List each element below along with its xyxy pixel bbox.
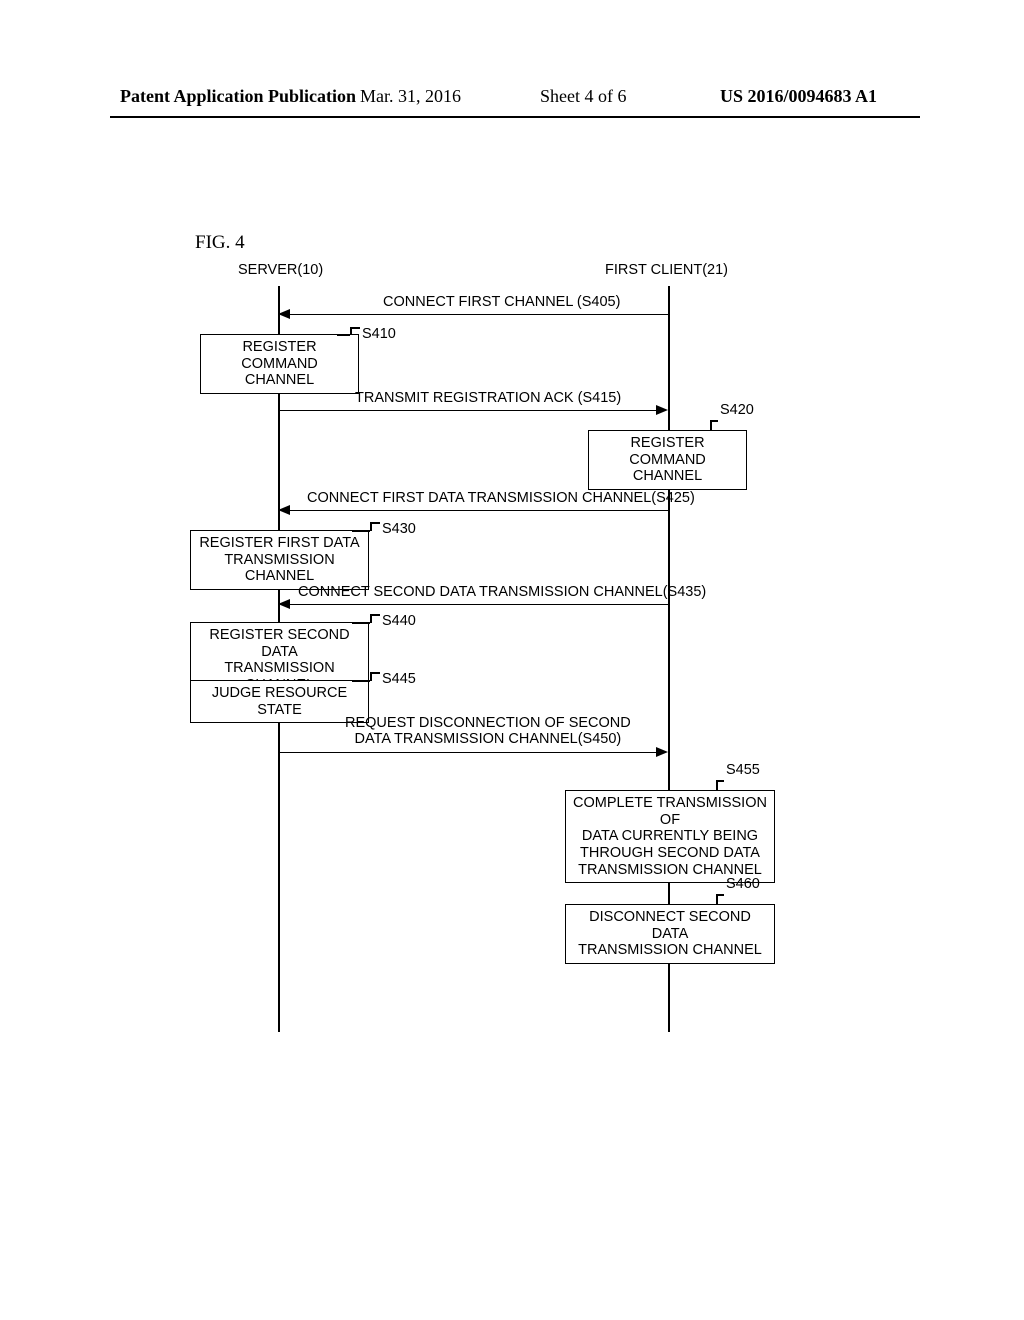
box-s455: COMPLETE TRANSMISSION OFDATA CURRENTLY B… <box>565 790 775 883</box>
label-s445: S445 <box>382 671 416 687</box>
label-s440: S440 <box>382 613 416 629</box>
box-s430: REGISTER FIRST DATATRANSMISSION CHANNEL <box>190 530 369 590</box>
leader-s410-h <box>337 334 350 336</box>
leader-s445-v <box>370 673 372 681</box>
participant-server: SERVER(10) <box>238 262 323 278</box>
box-s410: REGISTER COMMANDCHANNEL <box>200 334 359 394</box>
page: Patent Application Publication Mar. 31, … <box>0 0 1024 1320</box>
label-s455: S455 <box>726 762 760 778</box>
figure-label: FIG. 4 <box>195 232 245 254</box>
header-rule <box>110 116 920 118</box>
header-date: Mar. 31, 2016 <box>360 86 461 107</box>
arrowhead-s450 <box>656 747 668 757</box>
box-s460: DISCONNECT SECOND DATATRANSMISSION CHANN… <box>565 904 775 964</box>
arrow-s435 <box>290 604 668 605</box>
leader-s445-h2 <box>370 672 380 674</box>
label-s410: S410 <box>362 326 396 342</box>
label-s460: S460 <box>726 876 760 892</box>
header-sheet: Sheet 4 of 6 <box>540 86 626 107</box>
arrow-s450 <box>278 752 656 753</box>
sequence-diagram: SERVER(10) FIRST CLIENT(21) CONNECT FIRS… <box>190 262 830 1032</box>
msg-s415: TRANSMIT REGISTRATION ACK (S415) <box>355 390 621 406</box>
leader-s445-h <box>352 680 370 682</box>
msg-s435: CONNECT SECOND DATA TRANSMISSION CHANNEL… <box>298 584 706 600</box>
leader-s430-v <box>370 523 372 531</box>
msg-s450: REQUEST DISCONNECTION OF SECONDDATA TRAN… <box>345 716 631 748</box>
arrow-s405 <box>290 314 668 315</box>
arrow-s425 <box>290 510 668 511</box>
msg-s425: CONNECT FIRST DATA TRANSMISSION CHANNEL(… <box>307 490 695 506</box>
arrowhead-s425 <box>278 505 290 515</box>
leader-s430-h <box>352 530 370 532</box>
arrowhead-s435 <box>278 599 290 609</box>
arrow-s415 <box>278 410 656 411</box>
leader-s440-v <box>370 615 372 623</box>
msg-s405: CONNECT FIRST CHANNEL (S405) <box>383 294 620 310</box>
leader-s440-h <box>352 622 370 624</box>
leader-s440-h2 <box>370 614 380 616</box>
leader-s420-h <box>710 420 718 422</box>
leader-s410-v <box>350 328 352 335</box>
leader-s430-h2 <box>370 522 380 524</box>
leader-s460-h <box>716 894 724 896</box>
label-s430: S430 <box>382 521 416 537</box>
header-publication: Patent Application Publication <box>120 86 356 107</box>
arrowhead-s415 <box>656 405 668 415</box>
leader-s410-h2 <box>350 327 360 329</box>
box-s420: REGISTER COMMANDCHANNEL <box>588 430 747 490</box>
box-s445: JUDGE RESOURCE STATE <box>190 680 369 723</box>
participant-first-client: FIRST CLIENT(21) <box>605 262 728 278</box>
label-s420: S420 <box>720 402 754 418</box>
arrowhead-s405 <box>278 309 290 319</box>
header-pubnum: US 2016/0094683 A1 <box>720 86 877 107</box>
leader-s455-h <box>716 780 724 782</box>
